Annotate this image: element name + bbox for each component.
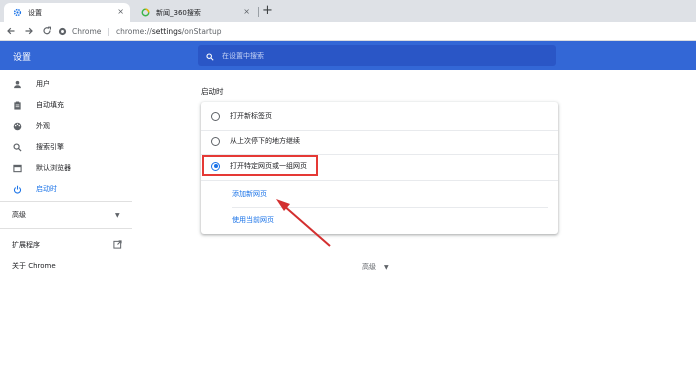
annotation-arrow	[276, 199, 331, 247]
chevron-down-icon: ▼	[384, 263, 389, 271]
advanced-toggle[interactable]: 高级 ▼	[362, 262, 389, 272]
advanced-label: 高级	[362, 263, 376, 271]
